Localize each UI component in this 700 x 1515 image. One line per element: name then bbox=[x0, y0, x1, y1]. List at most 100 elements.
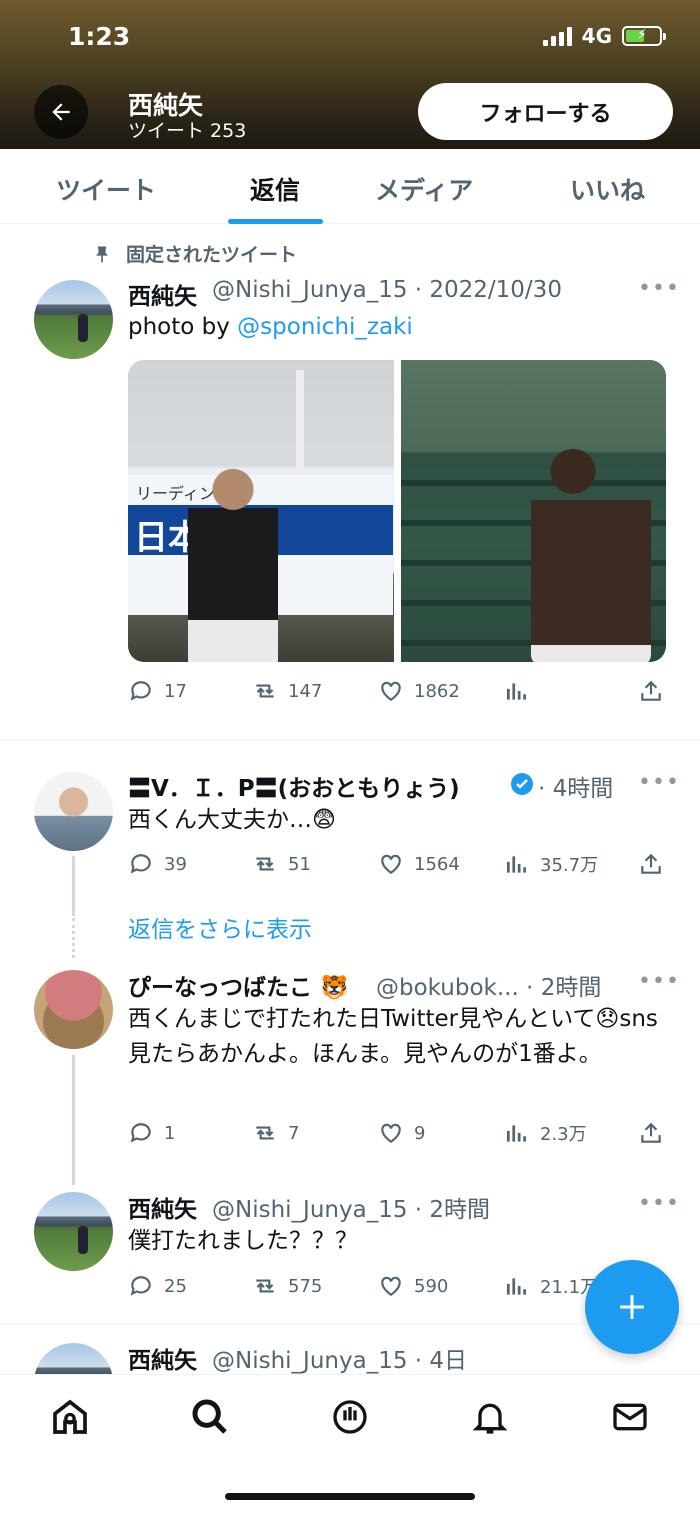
share-icon bbox=[641, 680, 661, 701]
plus-icon bbox=[620, 1295, 644, 1319]
like-count: 1564 bbox=[414, 853, 460, 875]
tweet-actions: 39 51 1564 35.7万 bbox=[128, 851, 668, 881]
photo-2[interactable] bbox=[400, 360, 666, 662]
more-options-icon[interactable]: ••• bbox=[638, 969, 680, 994]
arrow-left-icon bbox=[52, 103, 70, 121]
views-button[interactable] bbox=[504, 678, 530, 704]
retweet-button[interactable]: 147 bbox=[252, 678, 322, 704]
reply-button[interactable]: 1 bbox=[128, 1120, 175, 1146]
like-button[interactable]: 1862 bbox=[378, 678, 460, 704]
tweet-text: 僕打たれました？？？ bbox=[128, 1228, 358, 1254]
tweet-meta: @Nishi_Junya_15 · 2時間 bbox=[212, 1197, 491, 1223]
retweet-button[interactable]: 575 bbox=[252, 1273, 322, 1299]
like-button[interactable]: 1564 bbox=[378, 851, 460, 877]
reply-count: 17 bbox=[164, 680, 187, 702]
retweet-count: 51 bbox=[288, 853, 311, 875]
tweet-author-name[interactable]: 〓V．Ｉ．P〓(おおともりょう) bbox=[128, 769, 460, 803]
reply-icon bbox=[130, 1123, 151, 1143]
retweet-icon bbox=[256, 1279, 274, 1293]
heart-icon bbox=[381, 854, 401, 874]
tweet-text-prefix: photo by bbox=[128, 314, 238, 340]
photo-1[interactable]: リーディン 日本 bbox=[128, 360, 394, 662]
share-button[interactable] bbox=[638, 851, 664, 877]
heart-icon bbox=[381, 681, 401, 701]
thread-gap bbox=[72, 918, 75, 958]
avatar[interactable] bbox=[34, 772, 113, 851]
more-options-icon[interactable]: ••• bbox=[638, 276, 680, 301]
tweet-author-name[interactable]: 西純矢 bbox=[128, 1341, 197, 1375]
like-count: 590 bbox=[414, 1275, 449, 1297]
views-button[interactable]: 2.3万 bbox=[504, 1120, 587, 1146]
pinned-label: 固定されたツイート bbox=[92, 240, 297, 267]
mail-icon[interactable] bbox=[610, 1397, 650, 1437]
views-button[interactable]: 35.7万 bbox=[504, 851, 598, 877]
analytics-icon bbox=[506, 683, 526, 700]
search-icon[interactable] bbox=[190, 1397, 230, 1437]
tab-likes[interactable]: いいね bbox=[570, 171, 645, 207]
views-button[interactable]: 21.1万 bbox=[504, 1273, 598, 1299]
view-count: 2.3万 bbox=[540, 1124, 587, 1145]
retweet-button[interactable]: 51 bbox=[252, 851, 311, 877]
more-options-icon[interactable]: ••• bbox=[638, 1191, 680, 1216]
status-time: 1:23 bbox=[68, 22, 131, 51]
heart-icon bbox=[381, 1123, 401, 1143]
tab-replies[interactable]: 返信 bbox=[250, 171, 300, 207]
mention-link[interactable]: @sponichi_zaki bbox=[237, 314, 413, 340]
avatar[interactable] bbox=[34, 970, 113, 1049]
home-indicator[interactable] bbox=[225, 1493, 475, 1500]
status-indicators: 4G ⚡ bbox=[542, 24, 666, 48]
tweet-count: ツイート 253 bbox=[128, 120, 247, 142]
tweet-meta: @Nishi_Junya_15 · 2022/10/30 bbox=[212, 277, 562, 303]
verified-icon bbox=[511, 773, 533, 795]
battery-icon: ⚡ bbox=[622, 26, 666, 46]
pinned-text: 固定されたツイート bbox=[126, 244, 298, 266]
like-button[interactable]: 590 bbox=[378, 1273, 448, 1299]
show-more-replies[interactable]: 返信をさらに表示 bbox=[128, 910, 312, 944]
follow-button[interactable]: フォローする bbox=[418, 83, 673, 140]
tab-media[interactable]: メディア bbox=[375, 171, 473, 207]
profile-header: 1:23 4G ⚡ 西純矢 ツイート 253 フォローする bbox=[0, 0, 700, 149]
spaces-icon[interactable] bbox=[330, 1397, 370, 1437]
thread-line bbox=[72, 856, 75, 916]
tweet-author-name[interactable]: 西純矢 bbox=[128, 1190, 197, 1224]
tweet-text: photo by @sponichi_zaki bbox=[128, 310, 413, 345]
retweet-count: 575 bbox=[288, 1275, 323, 1297]
reply-icon bbox=[130, 854, 151, 874]
player-figure bbox=[188, 460, 278, 662]
home-icon[interactable] bbox=[50, 1397, 90, 1437]
retweet-icon bbox=[256, 857, 274, 871]
reply-icon bbox=[130, 1276, 151, 1296]
bell-icon[interactable] bbox=[470, 1397, 510, 1437]
tweet-author-name[interactable]: 西純矢 bbox=[128, 277, 197, 311]
divider bbox=[0, 740, 700, 741]
retweet-button[interactable]: 7 bbox=[252, 1120, 299, 1146]
tweet-text: 西くんまじで打たれた日Twitter見やんといて😞sns見たらあかんよ。ほんま。… bbox=[128, 1006, 658, 1067]
share-icon bbox=[641, 1122, 661, 1143]
signal-icon bbox=[542, 26, 572, 46]
more-options-icon[interactable]: ••• bbox=[638, 770, 680, 795]
reply-button[interactable]: 25 bbox=[128, 1273, 187, 1299]
analytics-icon bbox=[506, 856, 526, 873]
compose-tweet-button[interactable] bbox=[585, 1260, 679, 1354]
avatar[interactable] bbox=[34, 280, 113, 359]
avatar[interactable] bbox=[34, 1192, 113, 1271]
tweet-actions: 17 147 1862 bbox=[128, 678, 668, 708]
heart-icon bbox=[381, 1276, 401, 1296]
like-button[interactable]: 9 bbox=[378, 1120, 425, 1146]
network-label: 4G bbox=[581, 24, 612, 48]
reply-button[interactable]: 17 bbox=[128, 678, 187, 704]
tweet-media[interactable]: リーディン 日本 bbox=[128, 360, 666, 662]
retweet-count: 7 bbox=[288, 1122, 300, 1144]
tweet-author-name[interactable]: ぴーなっつばたこ 🐯 bbox=[128, 968, 349, 1002]
reply-count: 1 bbox=[164, 1122, 176, 1144]
back-button[interactable] bbox=[34, 85, 88, 139]
analytics-icon bbox=[506, 1125, 526, 1142]
reply-button[interactable]: 39 bbox=[128, 851, 187, 877]
retweet-icon bbox=[256, 684, 274, 698]
share-button[interactable] bbox=[638, 678, 664, 704]
view-count: 35.7万 bbox=[540, 855, 599, 876]
reply-icon bbox=[130, 681, 151, 701]
share-button[interactable] bbox=[638, 1120, 664, 1146]
tab-tweets[interactable]: ツイート bbox=[56, 171, 156, 207]
retweet-count: 147 bbox=[288, 680, 323, 702]
